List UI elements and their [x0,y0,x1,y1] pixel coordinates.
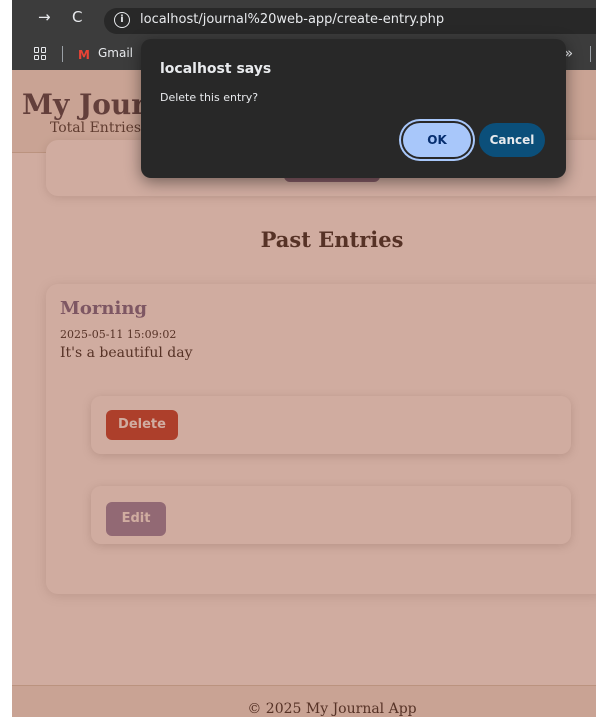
url-text[interactable]: localhost/journal%20web-app/create-entry… [140,12,444,27]
forward-arrow-icon[interactable]: → [38,8,51,26]
cancel-button[interactable]: Cancel [479,123,545,157]
reload-icon[interactable]: C [72,8,82,26]
ok-button[interactable]: OK [403,123,471,157]
site-info-icon[interactable]: i [114,12,130,28]
address-bar[interactable]: i localhost/journal%20web-app/create-ent… [104,8,596,34]
window-edge [0,0,12,717]
bookmark-gmail[interactable]: Gmail [98,46,133,60]
bookmarks-divider [62,46,63,62]
gmail-icon[interactable]: M [78,48,90,62]
dialog-message: Delete this entry? [160,91,259,104]
confirm-dialog: localhost says Delete this entry? OK Can… [141,39,566,178]
bookmarks-divider-right [590,46,591,62]
apps-grid-icon[interactable] [34,47,47,60]
dialog-title: localhost says [160,61,272,77]
